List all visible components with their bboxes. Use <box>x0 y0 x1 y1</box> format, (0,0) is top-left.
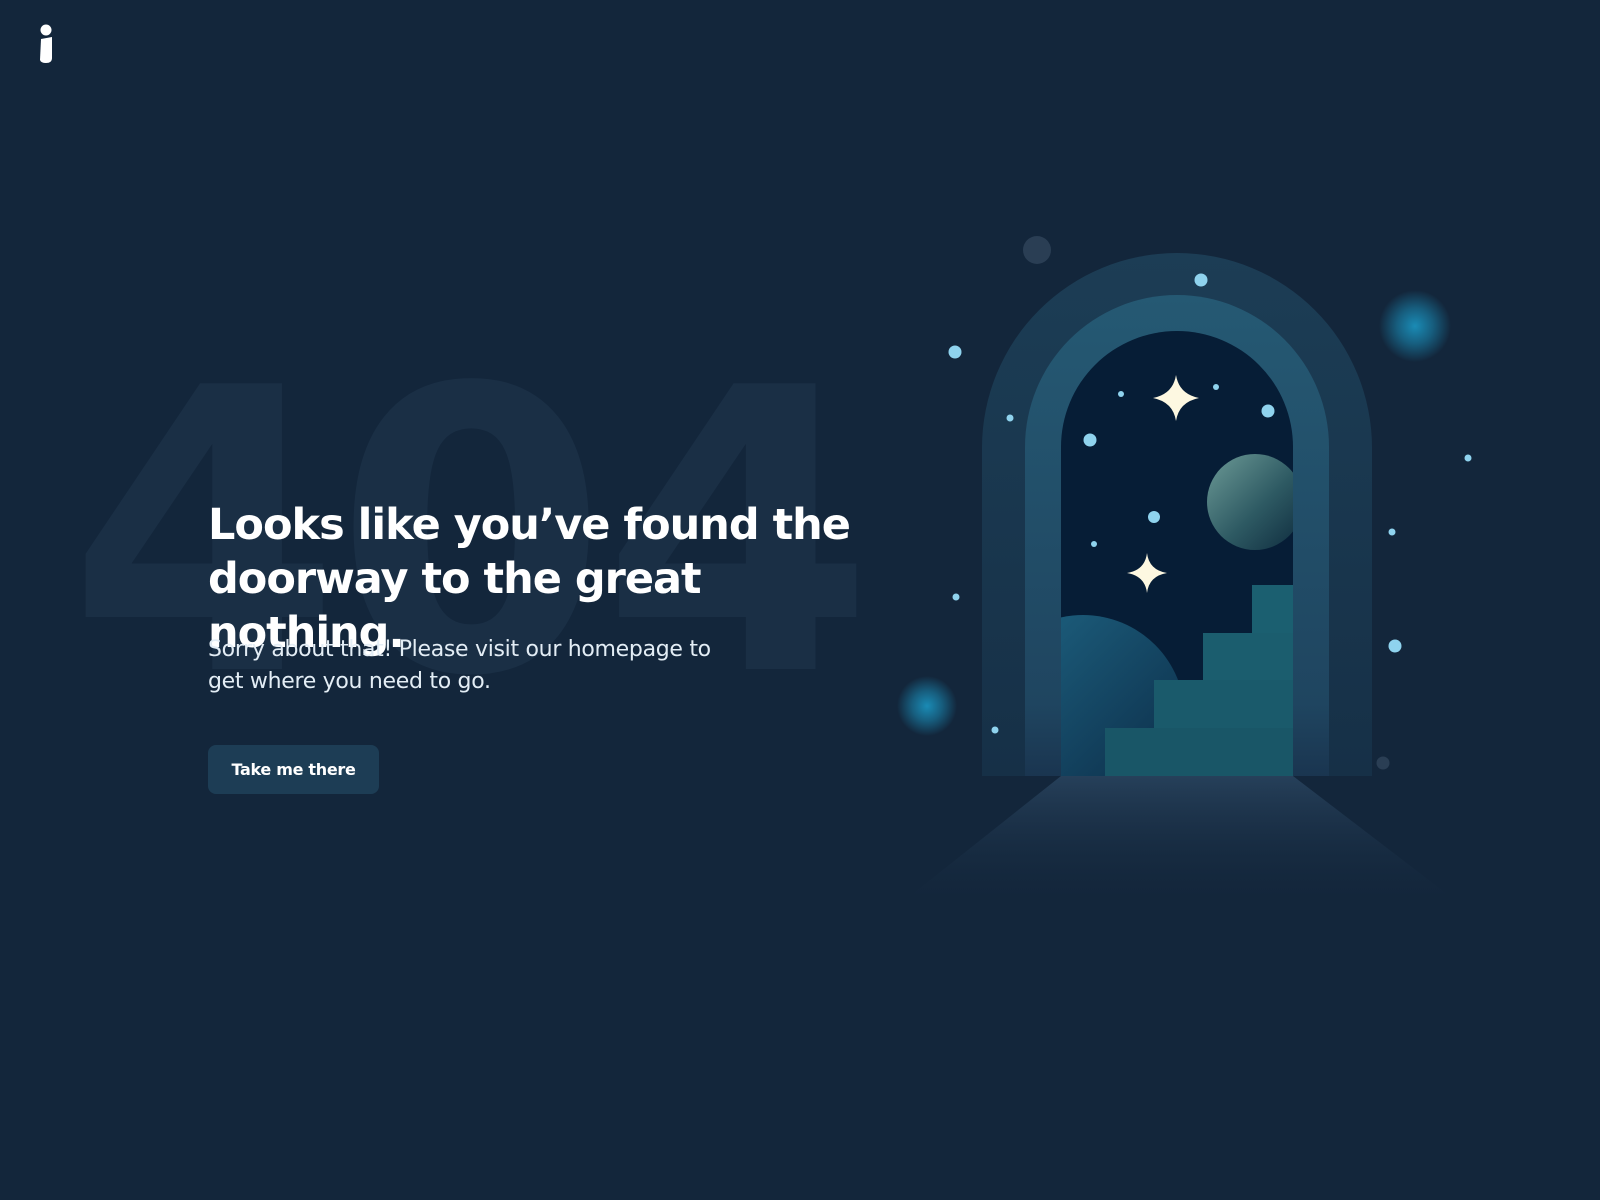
floor-path <box>905 776 1455 900</box>
outer-arch <box>982 253 1372 776</box>
take-me-there-button[interactable]: Take me there <box>208 745 379 794</box>
hill <box>1061 615 1185 776</box>
inner-arch <box>1025 295 1329 776</box>
error-page: 404 Looks like you’ve found the doorway … <box>0 0 1600 1200</box>
sparkle-star-icon <box>1153 375 1199 421</box>
page-subtext: Sorry about that! Please visit our homep… <box>208 637 711 694</box>
brand-i-logo-icon[interactable] <box>38 24 54 64</box>
planet <box>1207 454 1293 550</box>
sparkle-star-icon <box>1127 553 1167 593</box>
